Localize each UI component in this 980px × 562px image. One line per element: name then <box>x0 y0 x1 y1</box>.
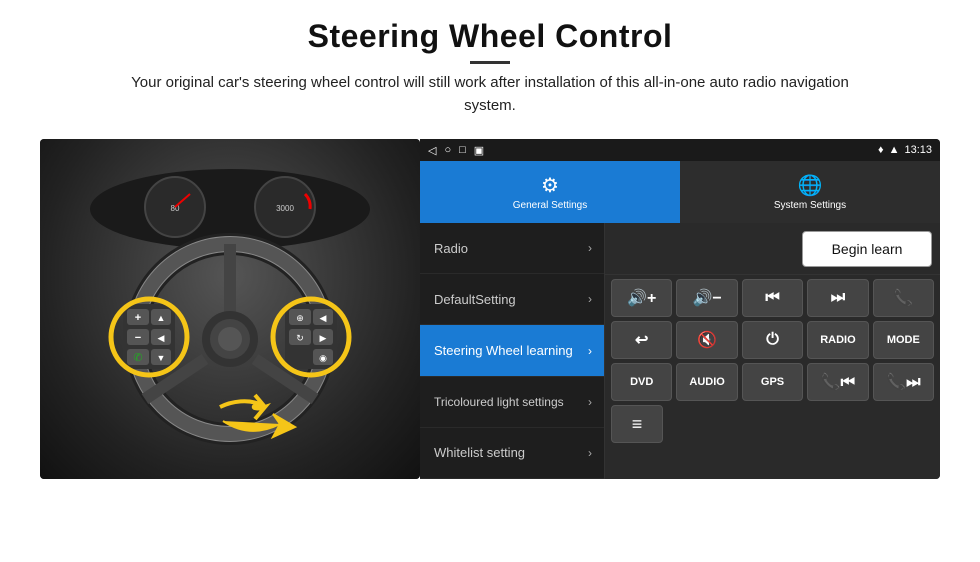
globe-icon: 🌐 <box>798 173 823 198</box>
phone-button[interactable]: 📞 <box>873 279 934 317</box>
android-panel: ◁ ○ □ ▣ ♦ ▲ 13:13 ⚙ General Settings <box>420 139 940 479</box>
nav-tabs: ⚙ General Settings 🌐 System Settings <box>420 161 940 223</box>
button-row-4: ≡ <box>611 405 934 443</box>
menu-list: Radio › DefaultSetting › Steering Wheel … <box>420 223 605 479</box>
control-empty-space <box>605 223 802 274</box>
power-button[interactable]: ⏻ <box>742 321 803 359</box>
signal-icon: ▲ <box>889 144 900 156</box>
begin-learn-button[interactable]: Begin learn <box>802 231 932 267</box>
radio-button[interactable]: RADIO <box>807 321 868 359</box>
svg-text:◀: ◀ <box>320 313 327 323</box>
mute-button[interactable]: 🔇 <box>676 321 737 359</box>
control-buttons-area: 🔊+ 🔊− ⏮ ⏭ 📞 ↩ 🔇 ⏻ RADIO MODE <box>605 275 940 479</box>
chevron-right-icon: › <box>588 241 592 255</box>
menu-label-radio: Radio <box>434 241 468 256</box>
whitelist-icon-button[interactable]: ≡ <box>611 405 663 443</box>
menu-item-tricoloured[interactable]: Tricoloured light settings › <box>420 377 604 428</box>
gear-icon: ⚙ <box>541 173 559 198</box>
nav-home-icon[interactable]: ○ <box>444 144 451 157</box>
svg-text:▼: ▼ <box>157 353 166 363</box>
menu-label-steering: Steering Wheel learning <box>434 343 573 358</box>
button-row-2: ↩ 🔇 ⏻ RADIO MODE <box>611 321 934 359</box>
dvd-button[interactable]: DVD <box>611 363 672 401</box>
menu-label-default: DefaultSetting <box>434 292 516 307</box>
title-section: Steering Wheel Control Your original car… <box>110 18 870 131</box>
status-right: ♦ ▲ 13:13 <box>878 144 932 156</box>
chevron-right-icon: › <box>588 395 592 409</box>
svg-text:◉: ◉ <box>319 353 327 363</box>
location-icon: ♦ <box>878 144 884 156</box>
title-divider <box>470 61 510 64</box>
nav-back-icon[interactable]: ◁ <box>428 144 436 157</box>
back-button[interactable]: ↩ <box>611 321 672 359</box>
menu-item-steering[interactable]: Steering Wheel learning › <box>420 325 604 376</box>
menu-item-whitelist[interactable]: Whitelist setting › <box>420 428 604 479</box>
phone-prev-button[interactable]: 📞⏮ <box>807 363 868 401</box>
volume-down-button[interactable]: 🔊− <box>676 279 737 317</box>
menu-label-whitelist: Whitelist setting <box>434 445 525 460</box>
volume-up-button[interactable]: 🔊+ <box>611 279 672 317</box>
tab-system[interactable]: 🌐 System Settings <box>680 161 940 223</box>
svg-text:✆: ✆ <box>133 352 142 364</box>
status-nav-icons: ◁ ○ □ ▣ <box>428 144 484 157</box>
chevron-right-icon: › <box>588 344 592 358</box>
clock: 13:13 <box>904 144 932 156</box>
svg-text:80: 80 <box>171 204 180 213</box>
prev-track-button[interactable]: ⏮ <box>742 279 803 317</box>
steering-wheel-svg: 80 3000 <box>65 159 395 459</box>
page-title: Steering Wheel Control <box>110 18 870 55</box>
page-subtitle: Your original car's steering wheel contr… <box>110 72 870 117</box>
panel-body: Radio › DefaultSetting › Steering Wheel … <box>420 223 940 479</box>
menu-item-radio[interactable]: Radio › <box>420 223 604 274</box>
phone-next-button[interactable]: 📞⏭ <box>873 363 934 401</box>
svg-text:3000: 3000 <box>276 204 294 213</box>
menu-label-tricoloured: Tricoloured light settings <box>434 395 564 409</box>
car-image: 80 3000 <box>40 139 420 479</box>
svg-text:↻: ↻ <box>296 333 304 343</box>
car-background: 80 3000 <box>40 139 420 479</box>
next-track-button[interactable]: ⏭ <box>807 279 868 317</box>
svg-text:▶: ▶ <box>320 333 327 343</box>
svg-text:◀: ◀ <box>158 333 165 343</box>
button-row-1: 🔊+ 🔊− ⏮ ⏭ 📞 <box>611 279 934 317</box>
mode-button[interactable]: MODE <box>873 321 934 359</box>
svg-text:−: − <box>135 332 141 344</box>
button-row-3: DVD AUDIO GPS 📞⏮ 📞⏭ <box>611 363 934 401</box>
nav-menu-icon[interactable]: ▣ <box>474 144 484 157</box>
audio-button[interactable]: AUDIO <box>676 363 737 401</box>
tab-general-label: General Settings <box>513 200 588 211</box>
control-panel: Begin learn 🔊+ 🔊− ⏮ ⏭ 📞 <box>605 223 940 479</box>
chevron-right-icon: › <box>588 292 592 306</box>
status-bar: ◁ ○ □ ▣ ♦ ▲ 13:13 <box>420 139 940 161</box>
gps-button[interactable]: GPS <box>742 363 803 401</box>
menu-item-default[interactable]: DefaultSetting › <box>420 274 604 325</box>
tab-general[interactable]: ⚙ General Settings <box>420 161 680 223</box>
svg-text:⊕: ⊕ <box>296 313 304 323</box>
tab-system-label: System Settings <box>774 200 846 211</box>
content-area: 80 3000 <box>40 139 940 552</box>
svg-text:▲: ▲ <box>157 313 166 323</box>
svg-text:+: + <box>135 312 141 324</box>
nav-recent-icon[interactable]: □ <box>459 144 466 157</box>
control-top-row: Begin learn <box>605 223 940 275</box>
chevron-right-icon: › <box>588 446 592 460</box>
